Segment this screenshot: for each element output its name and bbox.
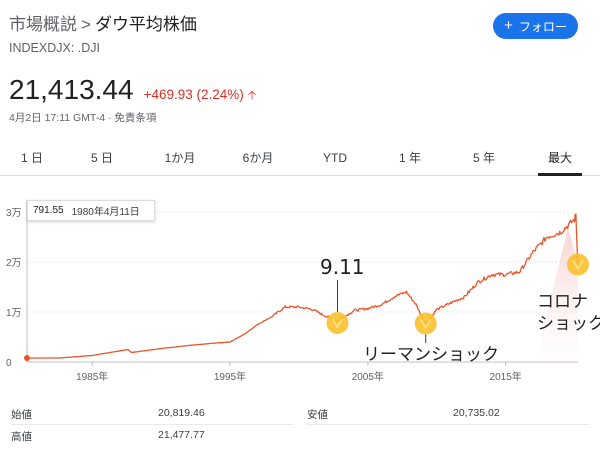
- price-change: +469.93 (2.24%): [143, 87, 244, 102]
- breadcrumb-market-link[interactable]: 市場概説: [9, 15, 77, 34]
- range-tabs: 1 日 5 日 1か月 6か月 YTD 1 年 5 年 最大: [0, 139, 600, 176]
- stat-high-label: 高値: [11, 431, 32, 443]
- stat-open-label: 始値: [11, 409, 32, 421]
- active-tab-indicator: [538, 173, 582, 176]
- annotation-911: 9.11: [320, 255, 365, 279]
- page-title: ダウ平均株価: [94, 15, 197, 34]
- ticker-symbol: INDEXDJX: .DJI: [9, 41, 100, 55]
- y-tick-label: 1万: [6, 308, 22, 319]
- stats-divider-left: [11, 424, 294, 425]
- stat-low-value: 20,735.02: [453, 407, 500, 419]
- stats-row-2: 高値 21,477.77: [0, 429, 600, 449]
- arrow-up-icon: 🡡: [247, 88, 257, 102]
- marker-lehman-shock: [414, 312, 437, 335]
- x-tick-label: 1995年: [214, 370, 246, 383]
- x-tick-label: 2005年: [352, 370, 384, 383]
- annotation-corona-line2: ショック: [537, 314, 600, 334]
- tooltip-date: 1980年4月11日: [71, 207, 140, 218]
- follow-button[interactable]: + フォロー: [493, 13, 578, 39]
- current-price: 21,413.44: [9, 74, 134, 105]
- x-tick-label: 1985年: [76, 370, 108, 383]
- y-tick-label: 3万: [6, 208, 22, 219]
- quote-timestamp: 4月2日 17:11 GMT-4 · 免責条項: [9, 112, 157, 124]
- chart-tooltip: 791.55 1980年4月11日: [27, 200, 155, 221]
- tab-max[interactable]: 最大: [538, 139, 582, 176]
- breadcrumb: 市場概説 > ダウ平均株価: [9, 10, 197, 35]
- y-tick-label: 0: [6, 358, 12, 369]
- tab-1-day[interactable]: 1 日: [12, 139, 52, 176]
- tab-6-month[interactable]: 6か月: [230, 139, 286, 176]
- follow-button-label: フォロー: [518, 19, 567, 34]
- breadcrumb-separator: >: [81, 15, 91, 34]
- y-tick-label: 2万: [6, 258, 22, 269]
- start-point-marker: [24, 355, 30, 362]
- tab-1-month[interactable]: 1か月: [152, 139, 208, 176]
- marker-911: [326, 312, 349, 334]
- price-chart[interactable]: 3万 2万 1万 0 1985年 1995年 2005年 2015年: [0, 195, 600, 395]
- tab-1-year[interactable]: 1 年: [388, 139, 432, 176]
- marker-corona-shock: [567, 253, 589, 276]
- tab-ytd[interactable]: YTD: [315, 139, 355, 176]
- plus-icon: +: [504, 17, 513, 34]
- stat-low-label: 安値: [307, 409, 328, 421]
- tab-5-year[interactable]: 5 年: [462, 139, 506, 176]
- tooltip-value: 791.55: [33, 205, 64, 216]
- annotation-lehman-shock: リーマンショック: [363, 345, 499, 365]
- stat-open-value: 20,819.46: [158, 407, 205, 419]
- x-tick-label: 2015年: [490, 370, 522, 383]
- quote-row: 21,413.44 +469.93 (2.24%) 🡡: [9, 74, 256, 107]
- tab-5-day[interactable]: 5 日: [80, 139, 124, 176]
- stats-divider-right: [307, 424, 590, 425]
- stat-high-value: 21,477.77: [158, 429, 205, 441]
- price-line: [27, 213, 579, 359]
